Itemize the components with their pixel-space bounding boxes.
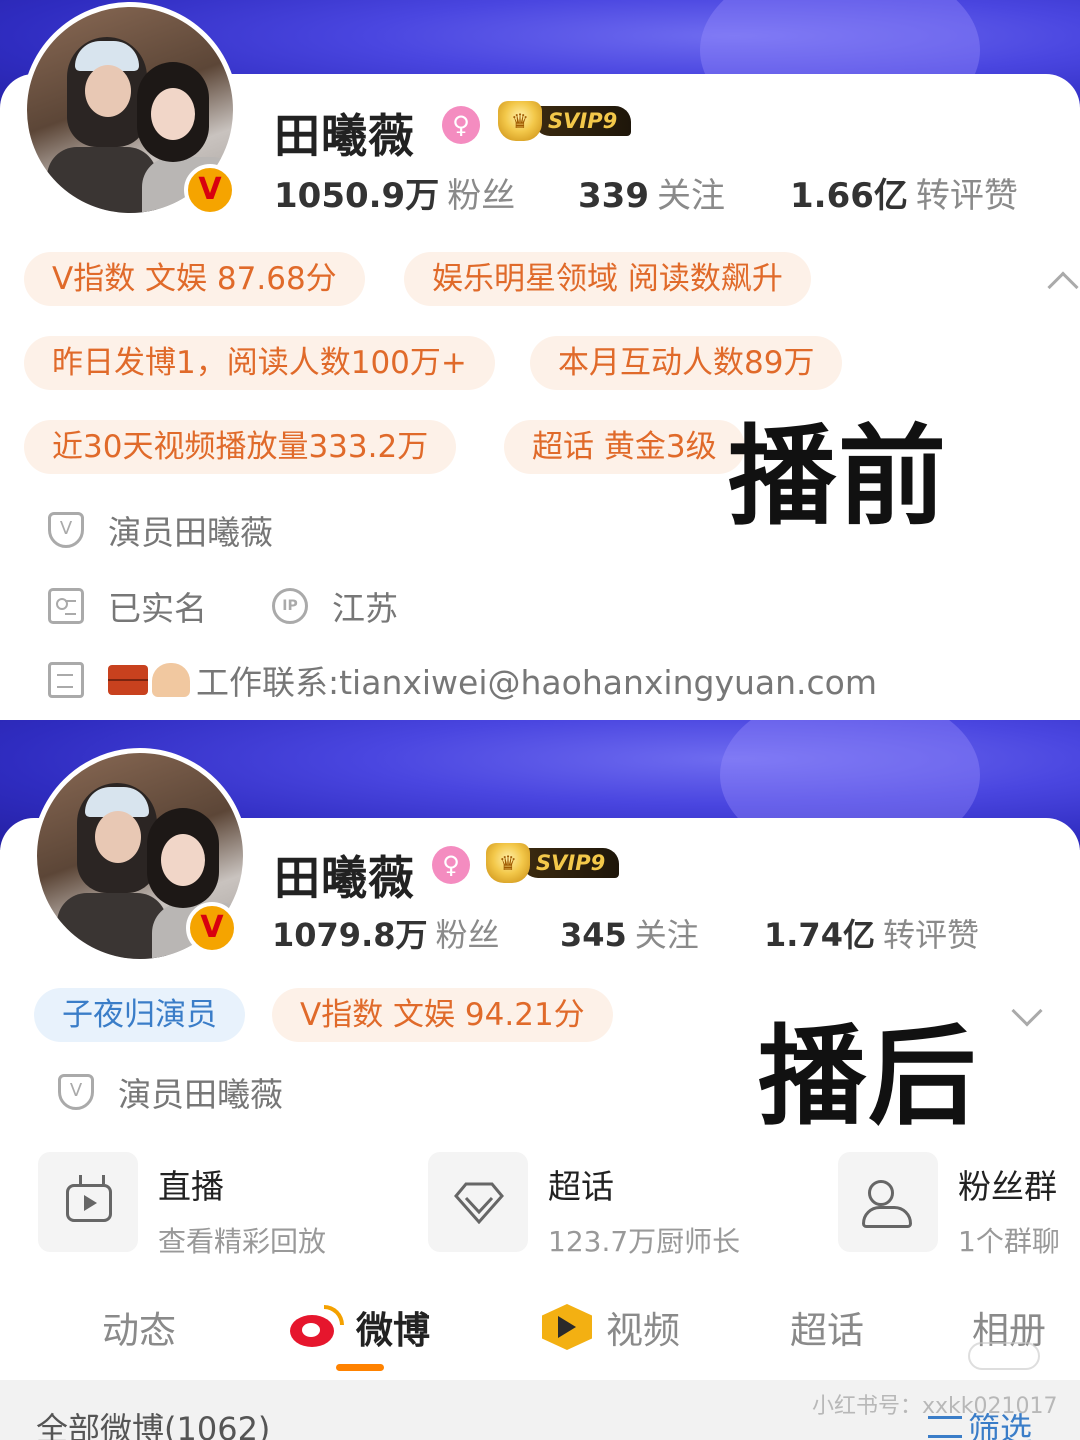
tab-supertopic[interactable]: 超话 xyxy=(790,1300,864,1354)
verification-row: 演员田曦薇 xyxy=(58,1068,283,1116)
svip-label: SVIP9 xyxy=(522,848,620,878)
brick-emoji-icon xyxy=(108,665,148,695)
verified-v-icon: V xyxy=(184,164,236,216)
v-index-chip[interactable]: V指数 文娱 94.21分 xyxy=(272,988,613,1042)
group-icon xyxy=(868,1180,894,1206)
live-entry[interactable]: 直播 查看精彩回放 xyxy=(38,1152,326,1260)
crown-icon: ♛ xyxy=(498,101,542,141)
profile-name: 田曦薇 xyxy=(274,851,415,905)
drama-role-chip[interactable]: 子夜归演员 xyxy=(34,988,245,1042)
tab-weibo[interactable]: 微博 xyxy=(290,1300,430,1354)
verified-shield-icon xyxy=(48,512,84,548)
real-name-row: 已实名 xyxy=(48,582,207,630)
video-plays-chip[interactable]: 近30天视频播放量333.2万 xyxy=(24,420,457,474)
filter-icon xyxy=(928,1416,962,1438)
profile-before-panel: V 田曦薇 ♀ ♛ SVIP9 1050.9万 粉丝 339 关注 1.66亿 转评赞… xyxy=(0,0,1080,720)
flexed-arm-emoji-icon xyxy=(152,663,190,697)
active-tab-indicator xyxy=(336,1364,384,1371)
female-gender-icon: ♀ xyxy=(432,846,470,884)
tab-dynamic[interactable]: 动态 xyxy=(102,1300,176,1354)
female-gender-icon: ♀ xyxy=(442,106,480,144)
document-icon xyxy=(48,662,84,698)
ip-location-row: IP 江苏 xyxy=(272,582,398,630)
svip-badge[interactable]: ♛ SVIP9 xyxy=(486,843,632,883)
supertopic-entry[interactable]: 超话 123.7万厨师长 xyxy=(428,1152,740,1260)
tab-video[interactable]: 视频 xyxy=(542,1300,680,1354)
contact-row: 工作联系:tianxiwei@haohanxingyuan.com xyxy=(48,656,877,704)
likes-stat[interactable]: 1.66亿 转评赞 xyxy=(790,168,1018,217)
v-index-chip[interactable]: V指数 文娱 87.68分 xyxy=(24,252,365,306)
verified-v-icon: V xyxy=(186,902,238,954)
fan-group-entry[interactable]: 粉丝群 1个群聊 xyxy=(838,1152,1060,1260)
following-stat[interactable]: 345 关注 xyxy=(560,910,699,956)
svip-badge[interactable]: ♛ SVIP9 xyxy=(498,101,644,141)
verified-shield-icon xyxy=(58,1074,94,1110)
verification-row: 演员田曦薇 xyxy=(48,506,273,554)
monthly-interaction-chip[interactable]: 本月互动人数89万 xyxy=(530,336,843,390)
tv-icon xyxy=(66,1184,112,1222)
before-overlay-label: 播前 xyxy=(728,415,949,540)
weibo-logo-icon xyxy=(290,1305,344,1349)
diamond-icon xyxy=(454,1182,504,1224)
followers-stat[interactable]: 1079.8万 粉丝 xyxy=(272,910,500,956)
ip-icon: IP xyxy=(272,588,308,624)
id-card-icon xyxy=(48,588,84,624)
profile-tabs: 动态 微博 视频 超话 相册 xyxy=(0,1290,1080,1380)
followers-stat[interactable]: 1050.9万 粉丝 xyxy=(274,168,515,217)
profile-name: 田曦薇 xyxy=(274,109,415,163)
following-stat[interactable]: 339 关注 xyxy=(578,168,725,217)
reading-surge-chip[interactable]: 娱乐明星领域 阅读数飙升 xyxy=(404,252,811,306)
supertopic-level-chip[interactable]: 超话 黄金3级 xyxy=(504,420,745,474)
svip-label: SVIP9 xyxy=(534,106,632,136)
likes-stat[interactable]: 1.74亿 转评赞 xyxy=(764,910,979,956)
filter-button[interactable]: 筛选 xyxy=(928,1404,1032,1440)
xiaohongshu-watermark-logo xyxy=(968,1342,1040,1370)
yesterday-post-chip[interactable]: 昨日发博1，阅读人数100万+ xyxy=(24,336,495,390)
after-overlay-label: 播后 xyxy=(758,1015,979,1140)
video-play-icon xyxy=(542,1304,592,1350)
all-posts-count[interactable]: 全部微博(1062) xyxy=(36,1404,270,1440)
crown-icon: ♛ xyxy=(486,843,530,883)
